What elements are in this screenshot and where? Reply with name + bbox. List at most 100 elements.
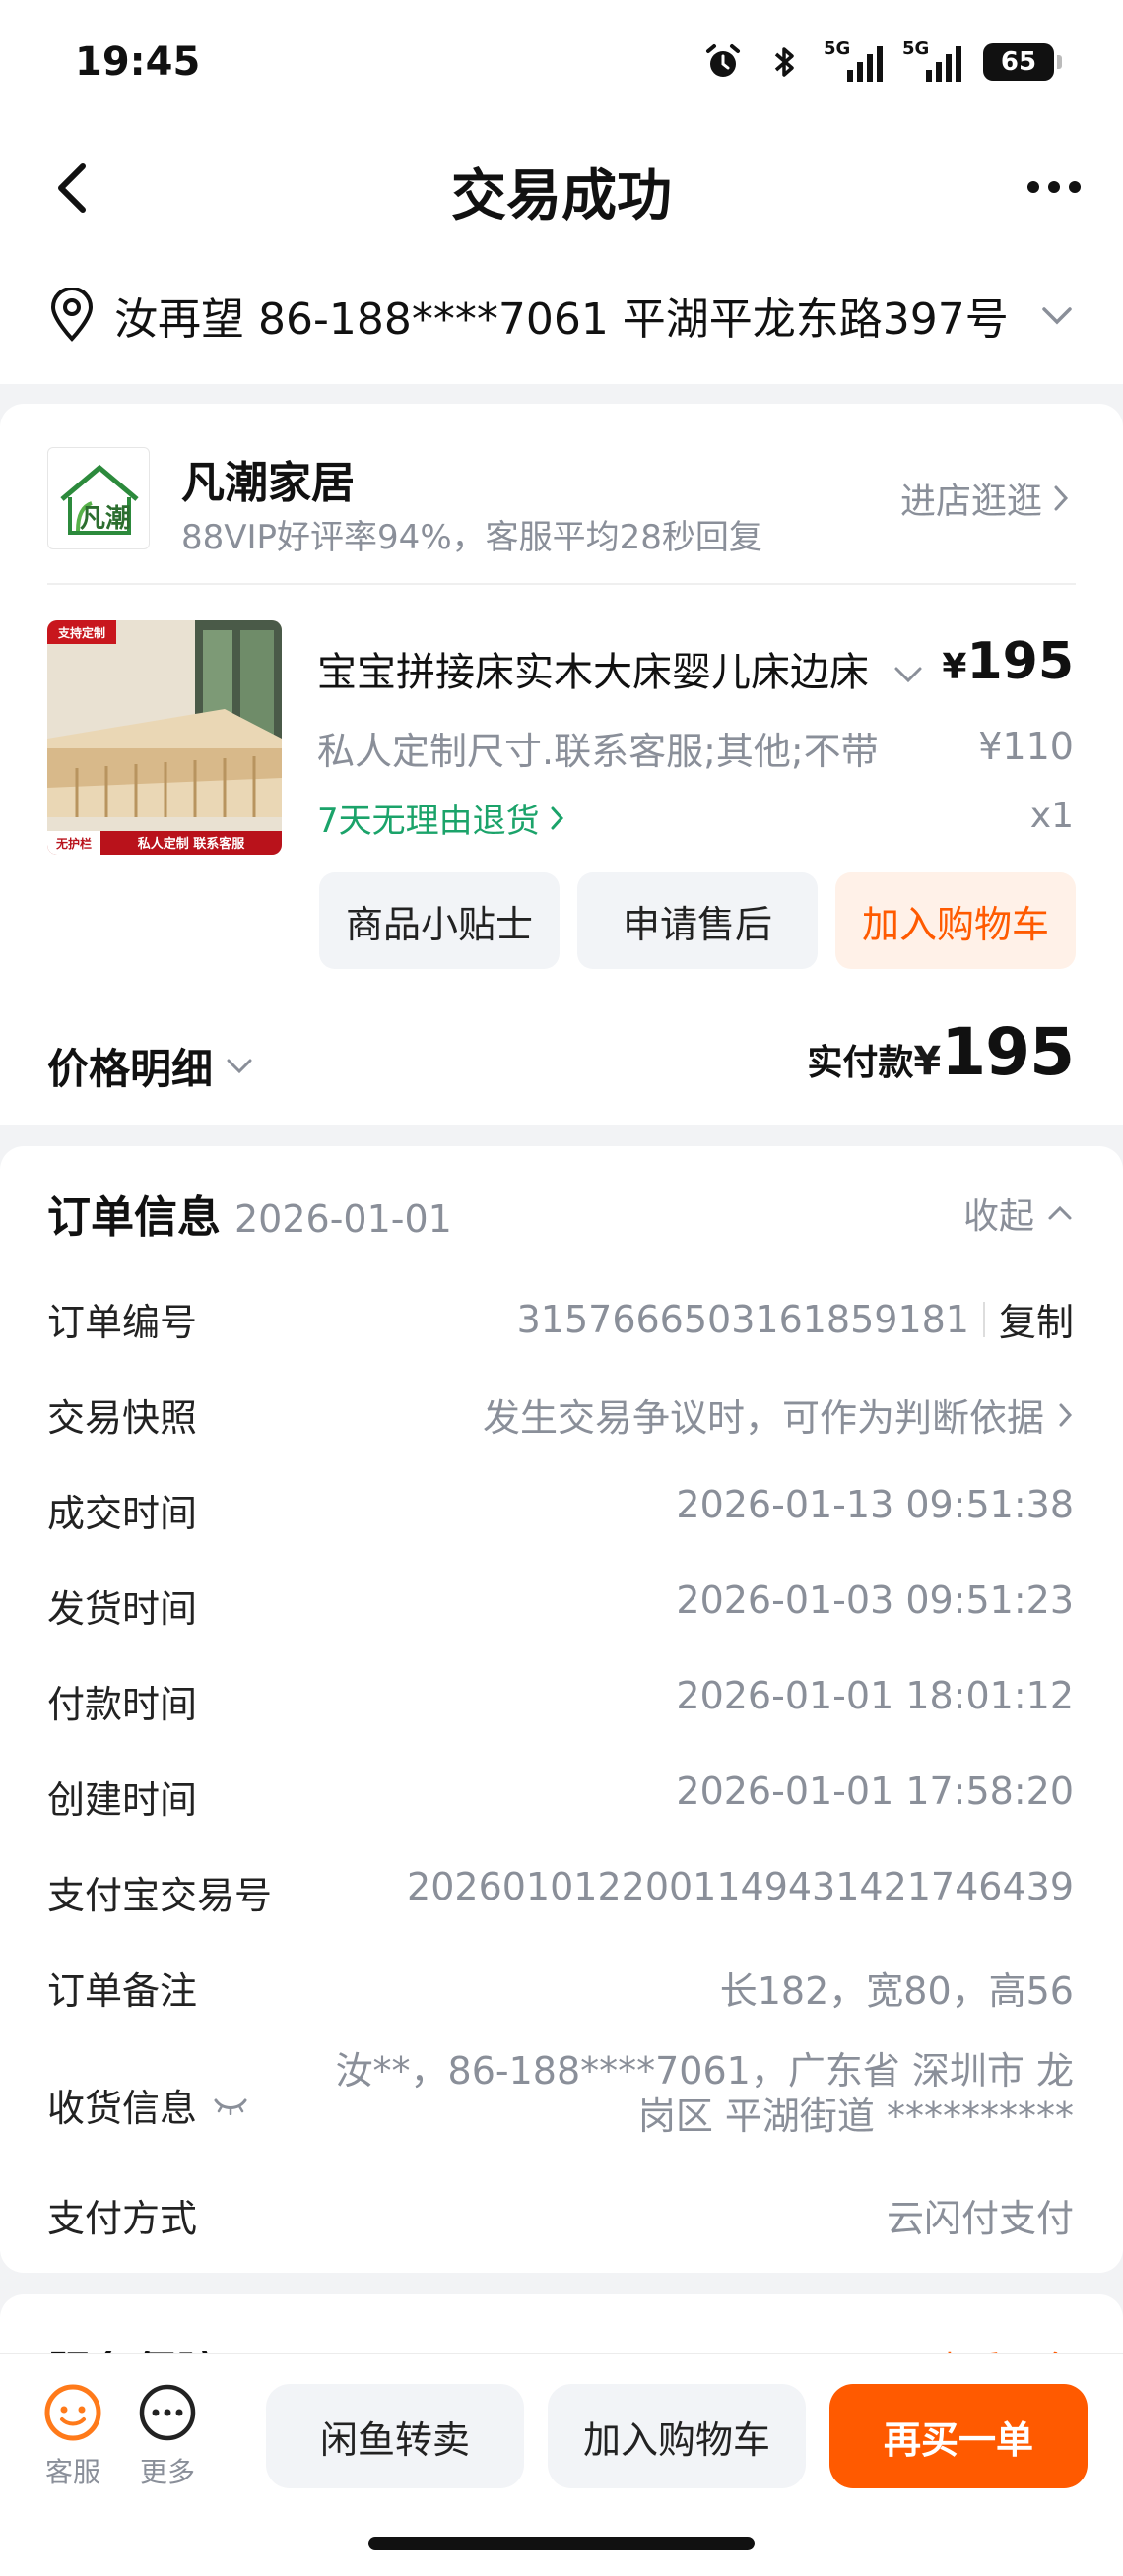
location-pin-icon — [50, 288, 94, 342]
more-dots-icon — [139, 2384, 196, 2441]
order-info-header: 订单信息 2026-01-01 — [47, 1182, 452, 1245]
signal-icon: 5G — [824, 38, 883, 82]
order-date: 2026-01-01 — [234, 1197, 452, 1241]
price-detail-toggle[interactable]: 价格明细 — [47, 1036, 254, 1096]
paid-currency: ¥ — [913, 1039, 942, 1084]
image-badge-bottom-left: 无护栏 — [55, 836, 92, 851]
chevron-right-icon — [1059, 1403, 1073, 1426]
order-row-ship-time: 发货时间 2026-01-03 09:51:23 — [47, 1571, 1074, 1631]
customer-service-icon — [44, 2384, 101, 2441]
after-sale-button[interactable]: 申请售后 — [577, 872, 818, 969]
row-value: 2026-01-01 17:58:20 — [676, 1770, 1074, 1813]
product-tips-button[interactable]: 商品小贴士 — [319, 872, 560, 969]
bluetooth-icon — [774, 47, 794, 77]
dot-icon — [1027, 181, 1039, 193]
order-row-alipay-no: 支付宝交易号 2026010122001149431421746439 — [47, 1857, 1074, 1917]
row-value: 3157666503161859181 复制 — [517, 1292, 1074, 1346]
chevron-right-icon — [551, 806, 563, 829]
order-number: 3157666503161859181 — [516, 1297, 969, 1341]
return-policy-label: 7天无理由退货 — [317, 802, 540, 841]
order-row-number: 订单编号 3157666503161859181 复制 — [47, 1284, 1074, 1346]
chevron-right-icon — [1054, 485, 1069, 511]
add-to-cart-button[interactable]: 加入购物车 — [835, 872, 1076, 969]
order-row-create-time: 创建时间 2026-01-01 17:58:20 — [47, 1762, 1074, 1822]
collapse-button[interactable]: 收起 — [963, 1188, 1074, 1239]
row-key: 付款时间 — [47, 1683, 198, 1726]
order-row-pay-method: 支付方式 云闪付支付 — [47, 2180, 1074, 2240]
price-detail-label: 价格明细 — [47, 1045, 214, 1093]
paid-label: 实付款 — [807, 1043, 914, 1083]
row-key: 支付方式 — [47, 2197, 198, 2240]
order-detail-screen: 19:45 5G 5G 65 交易成功 汝再望 86-188****7061 平… — [0, 0, 1123, 2576]
dot-icon — [1069, 181, 1081, 193]
original-price: ¥110 — [978, 725, 1074, 768]
rebuy-button[interactable]: 再买一单 — [829, 2384, 1088, 2488]
shop-name[interactable]: 凡潮家居 — [181, 447, 355, 510]
order-row-deal-time: 成交时间 2026-01-13 09:51:38 — [47, 1475, 1074, 1535]
row-value: 2026010122001149431421746439 — [407, 1865, 1074, 1908]
product-card: 凡潮 凡潮家居 88VIP好评率94%，客服平均28秒回复 进店逛逛 支持定制 … — [0, 404, 1123, 1125]
home-indicator[interactable] — [368, 2537, 755, 2550]
receiver-info: 汝**，86-188****7061，广东省 深圳市 龙岗区 平湖街道 ****… — [335, 2049, 1074, 2138]
image-badge-top: 支持定制 — [57, 625, 105, 640]
order-row-remark: 订单备注 长182，宽80，高56 — [47, 1953, 1074, 2013]
address-text: 汝再望 86-188****7061 平湖平龙东路397号 — [114, 294, 1009, 345]
copy-button[interactable]: 复制 — [999, 1292, 1074, 1346]
product-title[interactable]: 宝宝拼接床实木大床婴儿床边床加宽床 — [317, 640, 869, 697]
product-price: ¥195 — [942, 632, 1074, 691]
row-value: 2026-01-13 09:51:38 — [676, 1483, 1074, 1526]
dot-icon — [1048, 181, 1060, 193]
back-button[interactable] — [37, 154, 106, 223]
divider — [47, 583, 1076, 585]
order-info-card: 订单信息 2026-01-01 收起 订单编号 3157666503161859… — [0, 1146, 1123, 2273]
price-currency: ¥ — [942, 647, 967, 687]
product-image[interactable]: 支持定制 无护栏 私人定制 联系客服 — [47, 620, 282, 855]
visit-shop-label: 进店逛逛 — [899, 482, 1042, 522]
row-key: 交易快照 — [47, 1396, 198, 1440]
order-row-pay-time: 付款时间 2026-01-01 18:01:12 — [47, 1666, 1074, 1726]
paid-value: 195 — [941, 1014, 1075, 1090]
receiver-label: 收货信息 — [47, 2087, 198, 2130]
shipping-address[interactable]: 汝再望 86-188****7061 平湖平龙东路397号 — [0, 246, 1123, 384]
customer-service-button[interactable]: 客服 — [33, 2382, 112, 2490]
eye-closed-icon[interactable] — [213, 2095, 248, 2115]
resell-button[interactable]: 闲鱼转卖 — [266, 2384, 524, 2488]
bottom-add-cart-button[interactable]: 加入购物车 — [548, 2384, 806, 2488]
return-policy-link[interactable]: 7天无理由退货 — [317, 794, 565, 842]
signal-icon: 5G — [902, 38, 961, 82]
product-quantity: x1 — [1029, 796, 1074, 836]
chevron-up-icon — [1048, 1205, 1072, 1220]
row-value: 云闪付支付 — [886, 2197, 1074, 2240]
row-value: 2026-01-01 18:01:12 — [676, 1674, 1074, 1717]
row-key: 收货信息 — [47, 2078, 248, 2132]
order-row-receiver: 收货信息 汝**，86-188****7061，广东省 深圳市 龙岗区 平湖街道… — [47, 2048, 1074, 2147]
shop-logo[interactable]: 凡潮 — [47, 447, 150, 549]
order-row-snapshot[interactable]: 交易快照 发生交易争议时，可作为判断依据 — [47, 1380, 1074, 1442]
status-bar: 19:45 5G 5G 65 — [0, 0, 1123, 128]
row-value: 发生交易争议时，可作为判断依据 — [483, 1387, 1074, 1442]
shop-logo-text: 凡潮 — [80, 504, 131, 534]
row-key: 创建时间 — [47, 1778, 198, 1822]
more-options-button[interactable] — [1015, 158, 1093, 217]
more-button[interactable]: 更多 — [128, 2382, 207, 2490]
image-badge-bottom-right: 私人定制 联系客服 — [138, 836, 246, 852]
battery-icon: 65 — [983, 43, 1062, 81]
chevron-down-icon[interactable] — [892, 662, 924, 687]
nav-bar: 交易成功 — [0, 128, 1123, 246]
status-time: 19:45 — [75, 39, 201, 85]
paid-amount: 实付款 ¥ 195 — [807, 1014, 1075, 1090]
row-key: 发货时间 — [47, 1587, 198, 1631]
shop-logo-image: 凡潮 — [60, 464, 139, 535]
row-value: 长182，宽80，高56 — [719, 1969, 1074, 2013]
row-key: 订单编号 — [47, 1301, 198, 1344]
order-info-title: 订单信息 — [47, 1192, 221, 1243]
shop-stats: 88VIP好评率94%，客服平均28秒回复 — [181, 518, 762, 557]
customer-service-label: 客服 — [44, 2456, 100, 2488]
snapshot-text: 发生交易争议时，可作为判断依据 — [482, 1396, 1044, 1440]
row-key: 支付宝交易号 — [47, 1874, 273, 1917]
row-key: 订单备注 — [47, 1969, 198, 2013]
alarm-icon — [706, 44, 740, 77]
collapse-label: 收起 — [962, 1196, 1034, 1237]
chevron-left-icon — [58, 163, 86, 213]
visit-shop-link[interactable]: 进店逛逛 — [900, 473, 1070, 524]
